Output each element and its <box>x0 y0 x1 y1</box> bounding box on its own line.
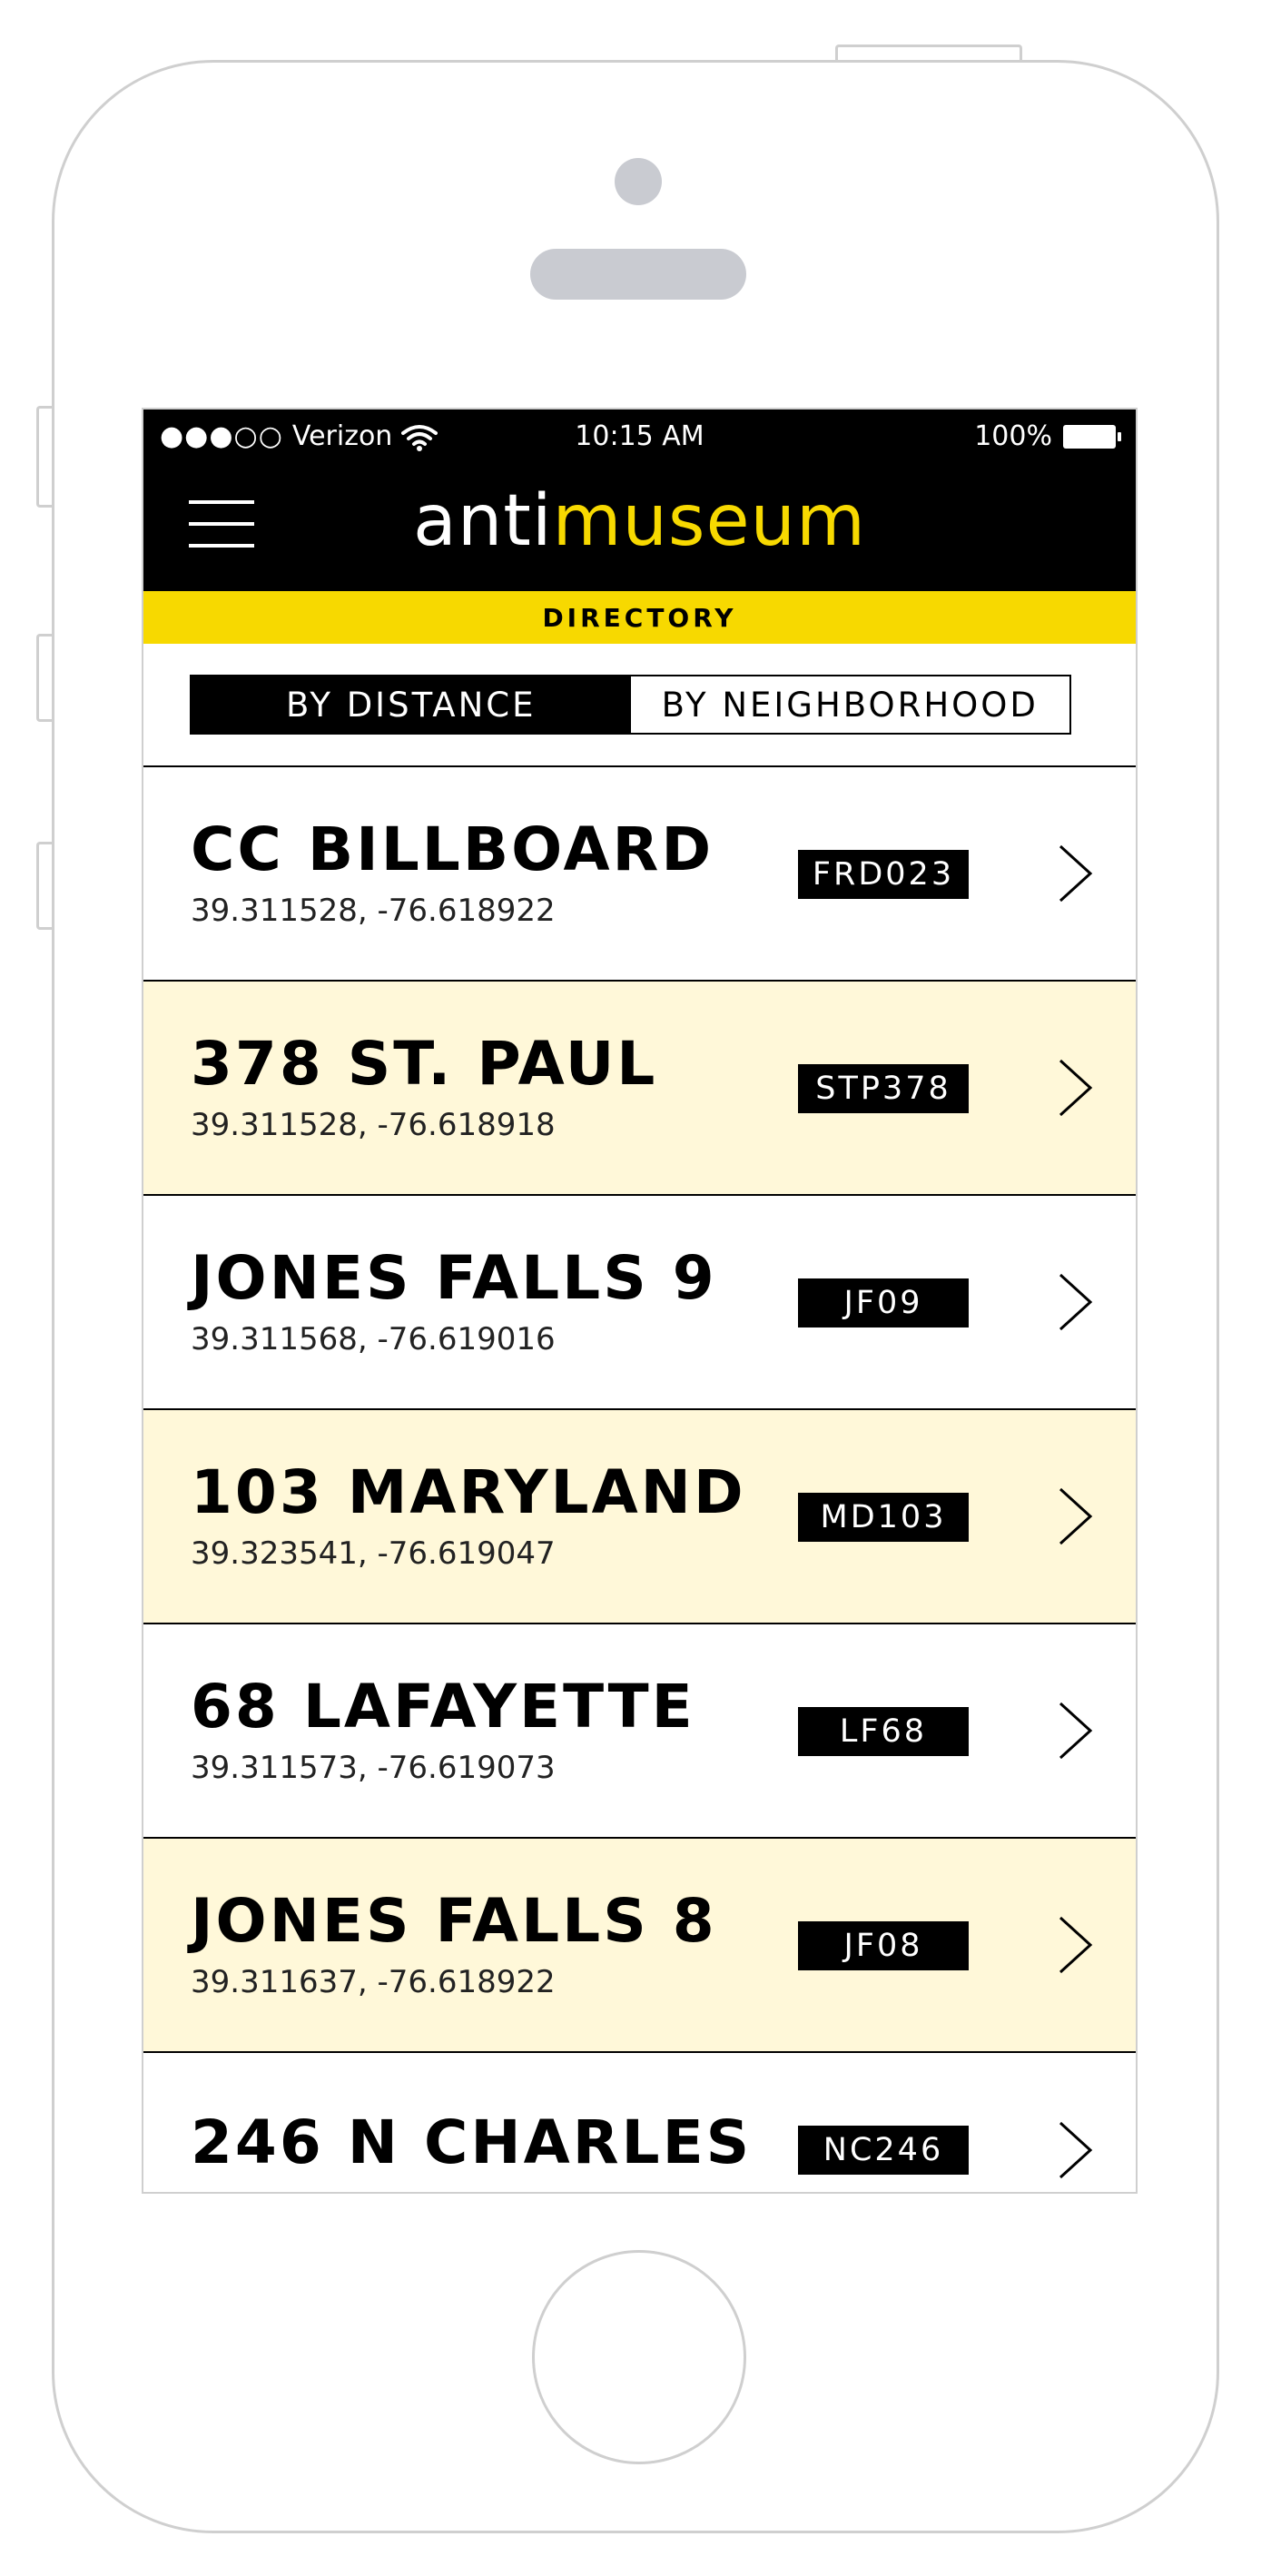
section-title: DIRECTORY <box>143 591 1136 644</box>
chevron-right-icon <box>1059 844 1093 903</box>
location-coords: 39.311528, -76.618922 <box>191 893 556 929</box>
chevron-right-icon <box>1059 1487 1093 1545</box>
location-name: JONES FALLS 9 <box>191 1243 717 1313</box>
list-item[interactable]: 103 MARYLAND 39.323541, -76.619047 MD103 <box>143 1408 1136 1623</box>
location-code-badge: JF08 <box>798 1921 969 1970</box>
battery-icon <box>1063 424 1121 449</box>
status-right: 100% <box>974 420 1121 452</box>
home-button[interactable] <box>532 2250 746 2464</box>
battery-percent: 100% <box>974 420 1052 452</box>
logo-part-museum: museum <box>552 480 866 562</box>
tab-by-distance[interactable]: BY DISTANCE <box>192 676 631 733</box>
chevron-right-icon <box>1059 2121 1093 2179</box>
list-item[interactable]: CC BILLBOARD 39.311528, -76.618922 FRD02… <box>143 765 1136 980</box>
nav-bar: antimuseum <box>143 464 1136 591</box>
list-item[interactable]: JONES FALLS 8 39.311637, -76.618922 JF08 <box>143 1837 1136 2051</box>
list-item[interactable]: JONES FALLS 9 39.311568, -76.619016 JF09 <box>143 1194 1136 1408</box>
list-item[interactable]: 246 N CHARLES NC246 <box>143 2051 1136 2192</box>
location-name: 378 ST. PAUL <box>191 1029 658 1099</box>
list-item[interactable]: 68 LAFAYETTE 39.311573, -76.619073 LF68 <box>143 1623 1136 1837</box>
location-code-badge: LF68 <box>798 1707 969 1756</box>
list-item[interactable]: 378 ST. PAUL 39.311528, -76.618918 STP37… <box>143 980 1136 1194</box>
location-coords: 39.311573, -76.619073 <box>191 1750 556 1786</box>
location-coords: 39.311568, -76.619016 <box>191 1321 556 1357</box>
chevron-right-icon <box>1059 1059 1093 1117</box>
chevron-right-icon <box>1059 1273 1093 1331</box>
tab-by-neighborhood[interactable]: BY NEIGHBORHOOD <box>630 676 1069 733</box>
location-name: CC BILLBOARD <box>191 814 714 884</box>
location-code-badge: FRD023 <box>798 850 969 899</box>
sort-segmented-control: BY DISTANCE BY NEIGHBORHOOD <box>190 675 1071 735</box>
chevron-right-icon <box>1059 1702 1093 1760</box>
location-code-badge: STP378 <box>798 1064 969 1113</box>
status-bar: ●●●○○ Verizon 10:15 AM 100% <box>143 410 1136 464</box>
location-coords: 39.311637, -76.618922 <box>191 1964 556 2000</box>
app-logo: antimuseum <box>143 480 1136 562</box>
location-list: CC BILLBOARD 39.311528, -76.618922 FRD02… <box>143 765 1136 2192</box>
location-name: 68 LAFAYETTE <box>191 1672 695 1742</box>
earpiece-speaker <box>530 249 746 300</box>
location-coords: 39.311528, -76.618918 <box>191 1107 556 1143</box>
location-code-badge: JF09 <box>798 1278 969 1327</box>
logo-part-anti: anti <box>413 480 553 562</box>
location-coords: 39.323541, -76.619047 <box>191 1535 556 1572</box>
location-name: 103 MARYLAND <box>191 1457 746 1527</box>
location-code-badge: NC246 <box>798 2126 969 2175</box>
chevron-right-icon <box>1059 1916 1093 1974</box>
location-code-badge: MD103 <box>798 1493 969 1542</box>
front-camera <box>615 158 662 205</box>
location-name: JONES FALLS 8 <box>191 1886 717 1956</box>
app-screen: ●●●○○ Verizon 10:15 AM 100% antimuseum D… <box>142 408 1138 2194</box>
location-name: 246 N CHARLES <box>191 2107 753 2177</box>
